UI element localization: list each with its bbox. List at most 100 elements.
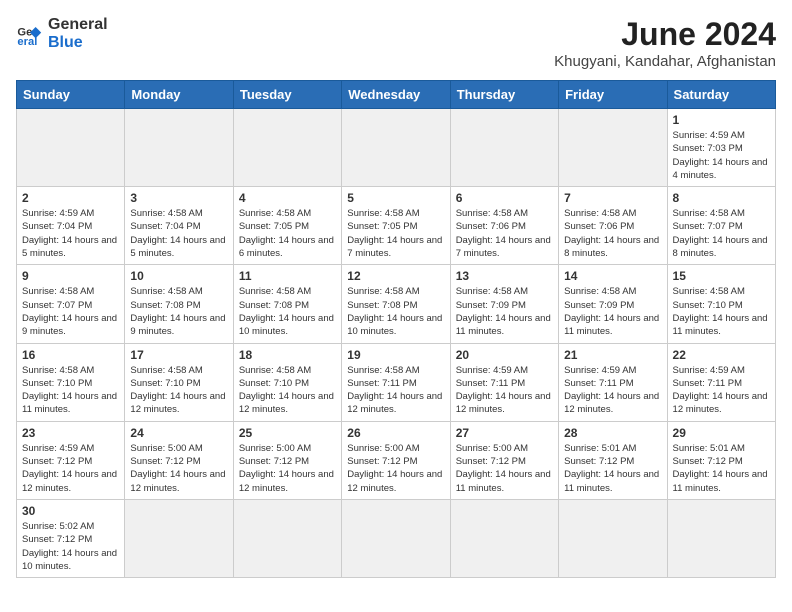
calendar-day-cell: 1 Sunrise: 4:59 AM Sunset: 7:03 PM Dayli…: [667, 109, 775, 187]
calendar-day-cell: 26 Sunrise: 5:00 AM Sunset: 7:12 PM Dayl…: [342, 421, 450, 499]
day-info: Sunrise: 4:58 AM Sunset: 7:05 PM Dayligh…: [347, 207, 444, 260]
day-number: 24: [130, 426, 227, 440]
day-number: 7: [564, 191, 661, 205]
day-header-friday: Friday: [559, 81, 667, 109]
day-info: Sunrise: 4:58 AM Sunset: 7:08 PM Dayligh…: [239, 285, 336, 338]
day-header-thursday: Thursday: [450, 81, 558, 109]
calendar-day-cell: 28 Sunrise: 5:01 AM Sunset: 7:12 PM Dayl…: [559, 421, 667, 499]
calendar-week-row: 2 Sunrise: 4:59 AM Sunset: 7:04 PM Dayli…: [17, 187, 776, 265]
calendar-header-row: SundayMondayTuesdayWednesdayThursdayFrid…: [17, 81, 776, 109]
svg-text:eral: eral: [17, 36, 37, 48]
page-header: Gen eral General Blue June 2024 Khugyani…: [16, 16, 776, 70]
calendar-day-cell: [559, 499, 667, 577]
day-number: 21: [564, 348, 661, 362]
day-number: 10: [130, 269, 227, 283]
day-info: Sunrise: 4:58 AM Sunset: 7:05 PM Dayligh…: [239, 207, 336, 260]
day-info: Sunrise: 4:59 AM Sunset: 7:12 PM Dayligh…: [22, 442, 119, 495]
day-number: 13: [456, 269, 553, 283]
day-number: 1: [673, 113, 770, 127]
calendar-day-cell: 21 Sunrise: 4:59 AM Sunset: 7:11 PM Dayl…: [559, 343, 667, 421]
calendar-day-cell: 24 Sunrise: 5:00 AM Sunset: 7:12 PM Dayl…: [125, 421, 233, 499]
day-number: 25: [239, 426, 336, 440]
calendar-day-cell: 20 Sunrise: 4:59 AM Sunset: 7:11 PM Dayl…: [450, 343, 558, 421]
day-info: Sunrise: 5:01 AM Sunset: 7:12 PM Dayligh…: [673, 442, 770, 495]
calendar-day-cell: 9 Sunrise: 4:58 AM Sunset: 7:07 PM Dayli…: [17, 265, 125, 343]
calendar-day-cell: 4 Sunrise: 4:58 AM Sunset: 7:05 PM Dayli…: [233, 187, 341, 265]
day-info: Sunrise: 4:58 AM Sunset: 7:10 PM Dayligh…: [22, 364, 119, 417]
calendar-week-row: 1 Sunrise: 4:59 AM Sunset: 7:03 PM Dayli…: [17, 109, 776, 187]
day-info: Sunrise: 4:58 AM Sunset: 7:10 PM Dayligh…: [239, 364, 336, 417]
day-number: 5: [347, 191, 444, 205]
day-info: Sunrise: 4:59 AM Sunset: 7:11 PM Dayligh…: [456, 364, 553, 417]
title-block: June 2024 Khugyani, Kandahar, Afghanista…: [554, 16, 776, 70]
day-info: Sunrise: 4:58 AM Sunset: 7:10 PM Dayligh…: [673, 285, 770, 338]
day-info: Sunrise: 4:58 AM Sunset: 7:11 PM Dayligh…: [347, 364, 444, 417]
calendar-day-cell: 18 Sunrise: 4:58 AM Sunset: 7:10 PM Dayl…: [233, 343, 341, 421]
calendar-day-cell: [667, 499, 775, 577]
calendar-day-cell: 3 Sunrise: 4:58 AM Sunset: 7:04 PM Dayli…: [125, 187, 233, 265]
day-header-monday: Monday: [125, 81, 233, 109]
day-number: 8: [673, 191, 770, 205]
logo-blue-text: Blue: [48, 34, 108, 52]
day-number: 19: [347, 348, 444, 362]
calendar-week-row: 9 Sunrise: 4:58 AM Sunset: 7:07 PM Dayli…: [17, 265, 776, 343]
calendar-day-cell: 27 Sunrise: 5:00 AM Sunset: 7:12 PM Dayl…: [450, 421, 558, 499]
day-info: Sunrise: 4:58 AM Sunset: 7:07 PM Dayligh…: [22, 285, 119, 338]
day-info: Sunrise: 4:58 AM Sunset: 7:08 PM Dayligh…: [130, 285, 227, 338]
calendar-day-cell: 22 Sunrise: 4:59 AM Sunset: 7:11 PM Dayl…: [667, 343, 775, 421]
calendar-week-row: 16 Sunrise: 4:58 AM Sunset: 7:10 PM Dayl…: [17, 343, 776, 421]
calendar-day-cell: 16 Sunrise: 4:58 AM Sunset: 7:10 PM Dayl…: [17, 343, 125, 421]
day-number: 20: [456, 348, 553, 362]
day-info: Sunrise: 4:58 AM Sunset: 7:06 PM Dayligh…: [564, 207, 661, 260]
day-header-saturday: Saturday: [667, 81, 775, 109]
day-info: Sunrise: 4:59 AM Sunset: 7:11 PM Dayligh…: [673, 364, 770, 417]
location-subtitle: Khugyani, Kandahar, Afghanistan: [554, 53, 776, 70]
day-info: Sunrise: 5:00 AM Sunset: 7:12 PM Dayligh…: [347, 442, 444, 495]
day-number: 22: [673, 348, 770, 362]
day-number: 16: [22, 348, 119, 362]
calendar-day-cell: [125, 499, 233, 577]
day-info: Sunrise: 4:58 AM Sunset: 7:06 PM Dayligh…: [456, 207, 553, 260]
day-number: 29: [673, 426, 770, 440]
calendar-week-row: 30 Sunrise: 5:02 AM Sunset: 7:12 PM Dayl…: [17, 499, 776, 577]
calendar-week-row: 23 Sunrise: 4:59 AM Sunset: 7:12 PM Dayl…: [17, 421, 776, 499]
calendar-table: SundayMondayTuesdayWednesdayThursdayFrid…: [16, 80, 776, 578]
calendar-day-cell: 12 Sunrise: 4:58 AM Sunset: 7:08 PM Dayl…: [342, 265, 450, 343]
calendar-day-cell: [342, 109, 450, 187]
logo: Gen eral General Blue: [16, 16, 108, 51]
calendar-day-cell: 6 Sunrise: 4:58 AM Sunset: 7:06 PM Dayli…: [450, 187, 558, 265]
calendar-day-cell: 19 Sunrise: 4:58 AM Sunset: 7:11 PM Dayl…: [342, 343, 450, 421]
day-number: 11: [239, 269, 336, 283]
calendar-day-cell: 7 Sunrise: 4:58 AM Sunset: 7:06 PM Dayli…: [559, 187, 667, 265]
day-number: 14: [564, 269, 661, 283]
day-info: Sunrise: 4:58 AM Sunset: 7:04 PM Dayligh…: [130, 207, 227, 260]
calendar-day-cell: 30 Sunrise: 5:02 AM Sunset: 7:12 PM Dayl…: [17, 499, 125, 577]
day-number: 15: [673, 269, 770, 283]
calendar-day-cell: 2 Sunrise: 4:59 AM Sunset: 7:04 PM Dayli…: [17, 187, 125, 265]
calendar-day-cell: 5 Sunrise: 4:58 AM Sunset: 7:05 PM Dayli…: [342, 187, 450, 265]
calendar-day-cell: 14 Sunrise: 4:58 AM Sunset: 7:09 PM Dayl…: [559, 265, 667, 343]
calendar-day-cell: [559, 109, 667, 187]
day-info: Sunrise: 4:59 AM Sunset: 7:04 PM Dayligh…: [22, 207, 119, 260]
logo-general-text: General: [48, 16, 108, 34]
day-info: Sunrise: 4:58 AM Sunset: 7:10 PM Dayligh…: [130, 364, 227, 417]
calendar-day-cell: 11 Sunrise: 4:58 AM Sunset: 7:08 PM Dayl…: [233, 265, 341, 343]
calendar-day-cell: [17, 109, 125, 187]
day-info: Sunrise: 4:58 AM Sunset: 7:08 PM Dayligh…: [347, 285, 444, 338]
day-header-tuesday: Tuesday: [233, 81, 341, 109]
day-info: Sunrise: 5:02 AM Sunset: 7:12 PM Dayligh…: [22, 520, 119, 573]
logo-icon: Gen eral: [16, 20, 44, 48]
day-info: Sunrise: 5:01 AM Sunset: 7:12 PM Dayligh…: [564, 442, 661, 495]
calendar-day-cell: [233, 499, 341, 577]
day-info: Sunrise: 5:00 AM Sunset: 7:12 PM Dayligh…: [456, 442, 553, 495]
day-info: Sunrise: 4:58 AM Sunset: 7:07 PM Dayligh…: [673, 207, 770, 260]
month-title: June 2024: [554, 16, 776, 53]
calendar-day-cell: 29 Sunrise: 5:01 AM Sunset: 7:12 PM Dayl…: [667, 421, 775, 499]
day-number: 26: [347, 426, 444, 440]
day-number: 27: [456, 426, 553, 440]
day-number: 9: [22, 269, 119, 283]
day-number: 2: [22, 191, 119, 205]
day-info: Sunrise: 4:59 AM Sunset: 7:11 PM Dayligh…: [564, 364, 661, 417]
calendar-day-cell: [233, 109, 341, 187]
calendar-day-cell: [125, 109, 233, 187]
